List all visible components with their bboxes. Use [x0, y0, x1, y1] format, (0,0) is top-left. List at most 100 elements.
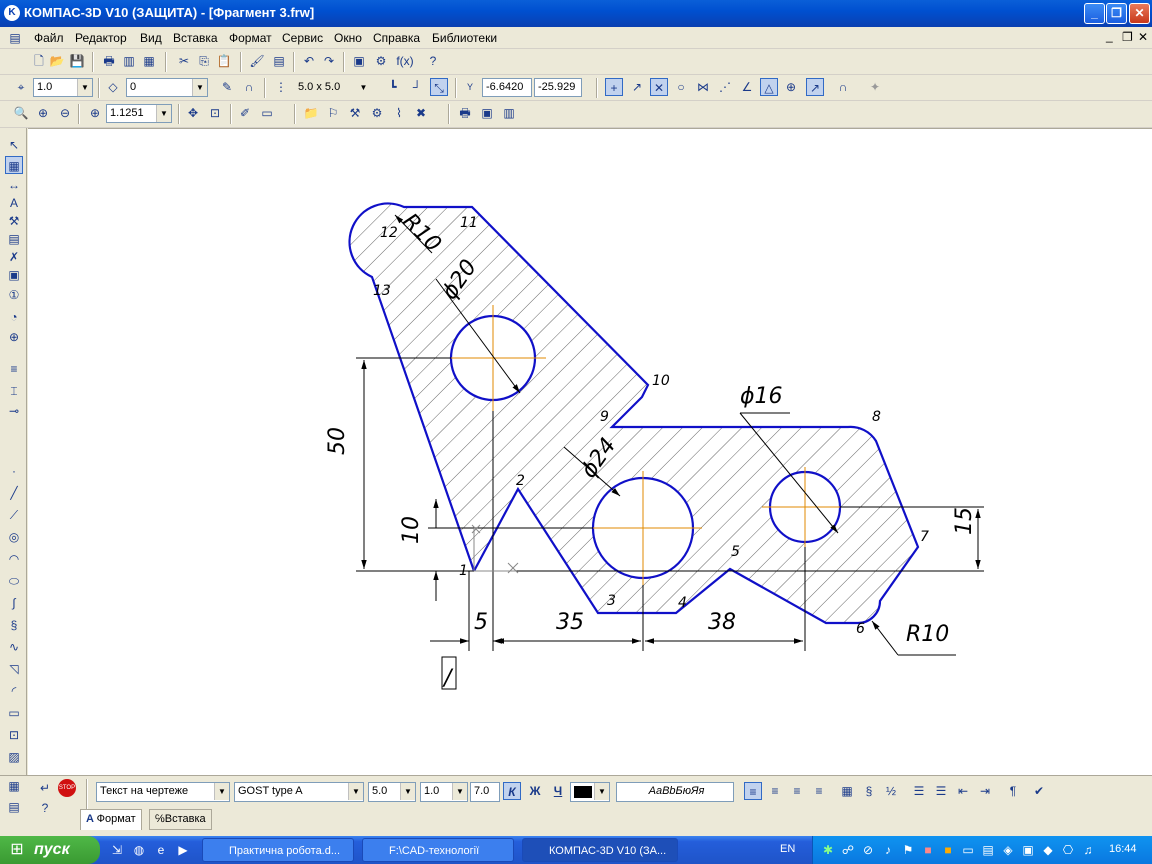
tray-icon-volume[interactable]: ♫ [1079, 841, 1097, 859]
magnet-icon[interactable]: ∩ [240, 78, 258, 96]
tray-icon-flag[interactable]: ⚑ [899, 841, 917, 859]
layer-combo[interactable]: 0 ▼ [126, 78, 208, 97]
chevron-down-icon[interactable]: ▼ [214, 783, 229, 800]
chevron-down-icon[interactable]: ▼ [156, 105, 171, 122]
quicklaunch-icon[interactable]: ⇲ [108, 841, 126, 859]
menu-file[interactable]: Файл [34, 31, 64, 45]
properties-icon[interactable]: ▤ [270, 52, 288, 70]
task-explorer[interactable]: F:\CAD-технології [362, 838, 514, 862]
grid-icon[interactable]: ⋮ [272, 78, 290, 96]
redo-icon[interactable]: ↷ [320, 52, 338, 70]
line-style-icon[interactable]: ⌶ [5, 382, 23, 400]
paste-icon[interactable]: 📋 [215, 52, 233, 70]
zoom-out-icon[interactable]: ⊖ [56, 104, 74, 122]
dimensions-icon[interactable]: ↔ [5, 176, 23, 194]
format-painter-icon[interactable]: 🖌 [248, 52, 266, 70]
browser-icon[interactable]: e [152, 841, 170, 859]
bezier-icon[interactable]: § [5, 616, 23, 634]
document-icon[interactable]: ▤ [6, 29, 24, 47]
step-combo[interactable]: 1.0 ▼ [33, 78, 93, 97]
zoom-window-icon[interactable]: 🔍 [12, 104, 30, 122]
springs-icon[interactable]: ⌇ [390, 104, 408, 122]
undo-icon[interactable]: ↶ [300, 52, 318, 70]
zoom-scale-icon[interactable]: ⊕ [86, 104, 104, 122]
circle-icon[interactable]: ◎ [5, 528, 23, 546]
plot-icon[interactable]: ▥ [500, 104, 518, 122]
print-setup-icon[interactable]: 🖶 [456, 104, 474, 122]
designations-icon[interactable]: A [5, 194, 23, 212]
fasteners-icon[interactable]: ⚒ [346, 104, 364, 122]
new-document-icon[interactable]: 🗋 [30, 52, 48, 70]
print-icon[interactable]: 🖶 [100, 52, 118, 70]
function-icon[interactable]: f(x) [394, 52, 416, 70]
menu-format[interactable]: Формат [229, 31, 272, 45]
tray-icon-antivirus[interactable]: ◆ [1039, 841, 1057, 859]
insert-symbol-icon[interactable]: § [860, 782, 878, 800]
library-icon[interactable]: 📁 [302, 104, 320, 122]
parametrization-icon[interactable]: ▤ [5, 230, 23, 248]
zoom-combo[interactable]: 1.1251 ▼ [106, 104, 172, 123]
minimize-button[interactable]: _ [1084, 3, 1105, 24]
task-kompas[interactable]: КОМПАС-3D V10 (ЗА... [522, 838, 678, 862]
font-combo[interactable]: GOST type A ▼ [234, 782, 364, 802]
zoom-fit-icon[interactable]: ⊡ [206, 104, 224, 122]
italic-button[interactable]: Ж [526, 782, 544, 800]
tray-icon-monitor[interactable]: ▭ [959, 841, 977, 859]
point-tool-icon[interactable]: · [5, 462, 23, 480]
fillet-icon[interactable]: ◜ [5, 682, 23, 700]
indent-decrease-icon[interactable]: ⇤ [954, 782, 972, 800]
help-icon[interactable]: ? [36, 799, 54, 817]
paragraph-icon[interactable]: ¶ [1004, 782, 1022, 800]
snap-center-icon[interactable]: ⊕ [782, 78, 800, 96]
snap-point-icon[interactable]: + [605, 78, 623, 96]
grid-combo[interactable]: 5.0 x 5.0 ▼ [294, 78, 372, 97]
tray-icon-printer[interactable]: ▤ [979, 841, 997, 859]
chevron-down-icon[interactable]: ▼ [452, 783, 467, 800]
bold-button[interactable]: К [503, 782, 521, 800]
menu-help[interactable]: Справка [373, 31, 420, 45]
print-preview-icon[interactable]: ▥ [120, 52, 138, 70]
narrowing-combo[interactable]: 1.0 ▼ [420, 782, 468, 802]
variables-icon[interactable]: ⚙ [372, 52, 390, 70]
spline-icon[interactable]: ∫ [5, 594, 23, 612]
chevron-down-icon[interactable]: ▼ [77, 79, 92, 96]
details-icon[interactable]: ⊸ [5, 402, 23, 420]
print-preview2-icon[interactable]: ▣ [478, 104, 496, 122]
chevron-down-icon[interactable]: ▼ [356, 79, 371, 96]
chevron-down-icon[interactable]: ▼ [400, 783, 415, 800]
text-style-combo[interactable]: Текст на чертеже ▼ [96, 782, 230, 802]
snap-icon[interactable]: ⤡ [430, 78, 448, 96]
insert-fraction-icon[interactable]: ½ [882, 782, 900, 800]
refresh-icon[interactable]: ✐ [236, 104, 254, 122]
assoc-views-icon[interactable]: ⊕ [5, 328, 23, 346]
ie-icon[interactable]: ◍ [130, 841, 148, 859]
polyline-icon[interactable]: ∿ [5, 638, 23, 656]
snap-middle-icon[interactable]: △ [760, 78, 778, 96]
doc-minimize-button[interactable]: _ [1106, 29, 1113, 43]
open-folder-icon[interactable]: 📂 [48, 52, 66, 70]
compact-icon[interactable]: ▤ [5, 798, 23, 816]
pointer-icon[interactable]: ↖ [5, 136, 23, 154]
media-icon[interactable]: ▶ [174, 841, 192, 859]
manager-icon[interactable]: ▣ [350, 52, 368, 70]
snap-grid-icon[interactable]: ⋰ [716, 78, 734, 96]
snap-tangent-icon[interactable]: ○ [672, 78, 690, 96]
coord-x-field[interactable]: -6.6420 [482, 78, 532, 97]
geometry-icon[interactable]: ▦ [5, 156, 23, 174]
measure-icon[interactable]: ✗ [5, 248, 23, 266]
select-icon[interactable]: ▣ [5, 266, 23, 284]
kompas-app-icon[interactable]: K [4, 5, 20, 21]
save-icon[interactable]: 💾 [68, 52, 86, 70]
magnet-toggle-icon[interactable]: ∩ [834, 78, 852, 96]
help-pointer-icon[interactable]: ? [424, 52, 442, 70]
spellcheck-icon[interactable]: ✔ [1030, 782, 1048, 800]
doc-restore-button[interactable]: ❐ [1122, 30, 1133, 44]
tray-icon-usb[interactable]: ⎔ [1059, 841, 1077, 859]
display-icon[interactable]: ▭ [258, 104, 276, 122]
align-justify-icon[interactable]: ≡ [810, 782, 828, 800]
layers-icon[interactable]: ◇ [104, 78, 122, 96]
tray-icon-red[interactable]: ■ [919, 841, 937, 859]
tray-icon-shield[interactable]: ◈ [999, 841, 1017, 859]
chevron-down-icon[interactable]: ▼ [594, 783, 609, 800]
clock[interactable]: 16:44 [1109, 843, 1137, 855]
